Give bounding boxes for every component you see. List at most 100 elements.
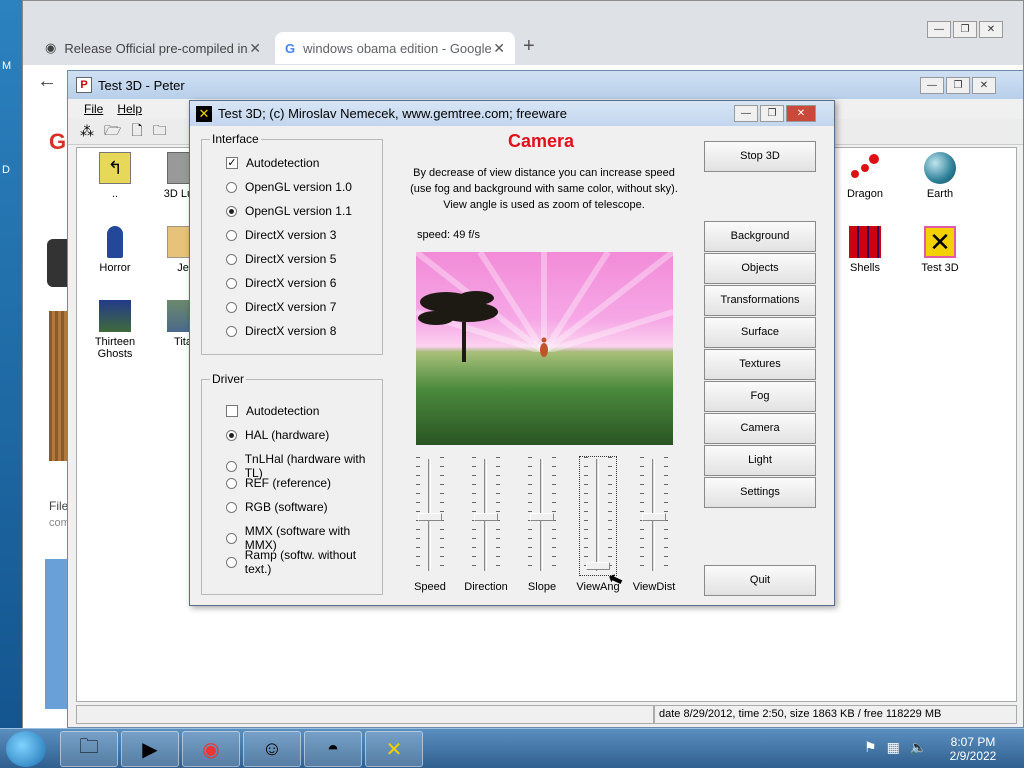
clock-date: 2/9/2022 (949, 749, 997, 763)
interface-option[interactable]: DirectX version 6 (226, 276, 336, 290)
close-icon[interactable]: ✕ (979, 21, 1003, 38)
driver-option[interactable]: REF (reference) (226, 476, 331, 490)
action-center-icon[interactable]: ⚑ (864, 739, 877, 756)
interface-option[interactable]: ✓ Autodetection (226, 156, 319, 170)
radio-button[interactable] (226, 460, 237, 472)
interface-option[interactable]: OpenGL version 1.0 (226, 180, 352, 194)
minimize-icon[interactable]: — (920, 77, 944, 94)
driver-option[interactable]: RGB (software) (226, 500, 328, 514)
chrome-tab-strip: ◉ Release Official pre-compiled in... ✕ … (23, 1, 1023, 65)
close-icon[interactable]: ✕ (493, 40, 505, 57)
slider-thumb[interactable] (530, 513, 554, 521)
radio-button[interactable] (226, 253, 237, 265)
file-icon-earth[interactable]: Earth (902, 152, 978, 200)
interface-option[interactable]: OpenGL version 1.1 (226, 204, 352, 218)
camera-button[interactable]: Camera (704, 413, 816, 444)
taskbar-alien[interactable]: ◓ (304, 731, 362, 767)
tab-google[interactable]: G windows obama edition - Google ✕ (275, 32, 515, 64)
maximize-icon[interactable]: ❐ (760, 105, 784, 122)
file-icon-dragon[interactable]: Dragon (827, 152, 903, 200)
file-icon-horror[interactable]: Horror (77, 226, 153, 274)
clock[interactable]: 8:07 PM 2/9/2022 (940, 735, 1006, 763)
slider-direction[interactable] (468, 457, 504, 575)
camera-heading: Camera (508, 131, 575, 151)
radio-button[interactable] (226, 477, 237, 489)
network-icon[interactable]: ▦ (887, 739, 900, 756)
file-icon-test3d[interactable]: ✕ Test 3D (902, 226, 978, 274)
slider-thumb[interactable] (586, 562, 610, 570)
taskbar-peter[interactable]: ☺ (243, 731, 301, 767)
start-button[interactable] (6, 731, 46, 767)
menu-file[interactable]: File (84, 102, 103, 116)
interface-option[interactable]: DirectX version 8 (226, 324, 336, 338)
interface-option[interactable]: DirectX version 7 (226, 300, 336, 314)
taskbar-test3d[interactable]: ✕ (365, 731, 423, 767)
stop-3d-button[interactable]: Stop 3D (704, 141, 816, 172)
3d-viewport[interactable] (416, 252, 673, 445)
minimize-icon[interactable]: — (927, 21, 951, 38)
light-button[interactable]: Light (704, 445, 816, 476)
new-file-icon[interactable]: 🗋 (131, 120, 142, 144)
new-tab-button[interactable]: + (523, 35, 535, 58)
close-icon[interactable]: ✕ (972, 77, 996, 94)
fog-button[interactable]: Fog (704, 381, 816, 412)
file-icon-up[interactable]: ↰ .. (77, 152, 153, 200)
close-icon[interactable]: ✕ (249, 40, 261, 57)
taskbar-chrome[interactable]: ◉ (182, 731, 240, 767)
interface-option[interactable]: DirectX version 3 (226, 228, 336, 242)
checkbox[interactable]: ✓ (226, 157, 238, 169)
textures-button[interactable]: Textures (704, 349, 816, 380)
radio-button[interactable] (226, 277, 237, 289)
file-icon-shells[interactable]: Shells (827, 226, 903, 274)
transformations-button[interactable]: Transformations (704, 285, 816, 316)
taskbar-media[interactable]: ▶ (121, 731, 179, 767)
peter-window-controls: — ❐ ✕ (920, 77, 996, 94)
driver-option[interactable]: Ramp (softw. without text.) (226, 548, 382, 576)
dragon-icon (849, 152, 881, 184)
tree-icon[interactable]: ⁂ (80, 123, 94, 140)
tab-label: windows obama edition - Google (303, 40, 492, 56)
driver-option[interactable]: Autodetection (226, 404, 319, 418)
maximize-icon[interactable]: ❐ (953, 21, 977, 38)
tab-label: Release Official pre-compiled in... (64, 40, 250, 56)
tab-release[interactable]: ◉ Release Official pre-compiled in... ✕ (35, 32, 271, 64)
quit-button[interactable]: Quit (704, 565, 816, 596)
file-icon-thirteen-ghosts[interactable]: Thirteen Ghosts (77, 300, 153, 360)
slider-thumb[interactable] (418, 513, 442, 521)
background-button[interactable]: Background (704, 221, 816, 252)
surface-button[interactable]: Surface (704, 317, 816, 348)
folder-icon[interactable]: 🗀 (153, 120, 167, 144)
settings-button[interactable]: Settings (704, 477, 816, 508)
maximize-icon[interactable]: ❐ (946, 77, 970, 94)
file-icon-label: Test 3D (921, 262, 959, 274)
slider-viewang[interactable] (579, 456, 617, 576)
radio-button[interactable] (226, 325, 237, 337)
radio-button[interactable] (226, 229, 237, 241)
slider-thumb[interactable] (642, 513, 666, 521)
system-tray: ⚑ ▦ 🔈 (864, 739, 927, 756)
volume-icon[interactable]: 🔈 (910, 739, 927, 756)
interface-option[interactable]: DirectX version 5 (226, 252, 336, 266)
radio-button[interactable] (226, 501, 237, 513)
back-arrow-icon[interactable]: ← (37, 70, 57, 93)
close-icon[interactable]: ✕ (786, 105, 816, 122)
menu-help[interactable]: Help (117, 102, 142, 116)
slider-slope[interactable] (524, 457, 560, 575)
radio-button[interactable] (226, 205, 237, 217)
radio-button[interactable] (226, 181, 237, 193)
taskbar-explorer[interactable]: 🗀 (60, 731, 118, 767)
slider-speed[interactable] (412, 457, 448, 575)
slider-viewdist[interactable] (636, 457, 672, 575)
rabbit-icon: ☺ (261, 737, 283, 760)
radio-button[interactable] (226, 556, 237, 568)
checkbox[interactable] (226, 405, 238, 417)
open-folder-icon[interactable]: 🗁 (104, 120, 121, 144)
radio-button[interactable] (226, 532, 237, 544)
google-logo-fragment: G (49, 129, 67, 154)
radio-button[interactable] (226, 429, 237, 441)
driver-option[interactable]: HAL (hardware) (226, 428, 329, 442)
minimize-icon[interactable]: — (734, 105, 758, 122)
objects-button[interactable]: Objects (704, 253, 816, 284)
radio-button[interactable] (226, 301, 237, 313)
slider-thumb[interactable] (474, 513, 498, 521)
